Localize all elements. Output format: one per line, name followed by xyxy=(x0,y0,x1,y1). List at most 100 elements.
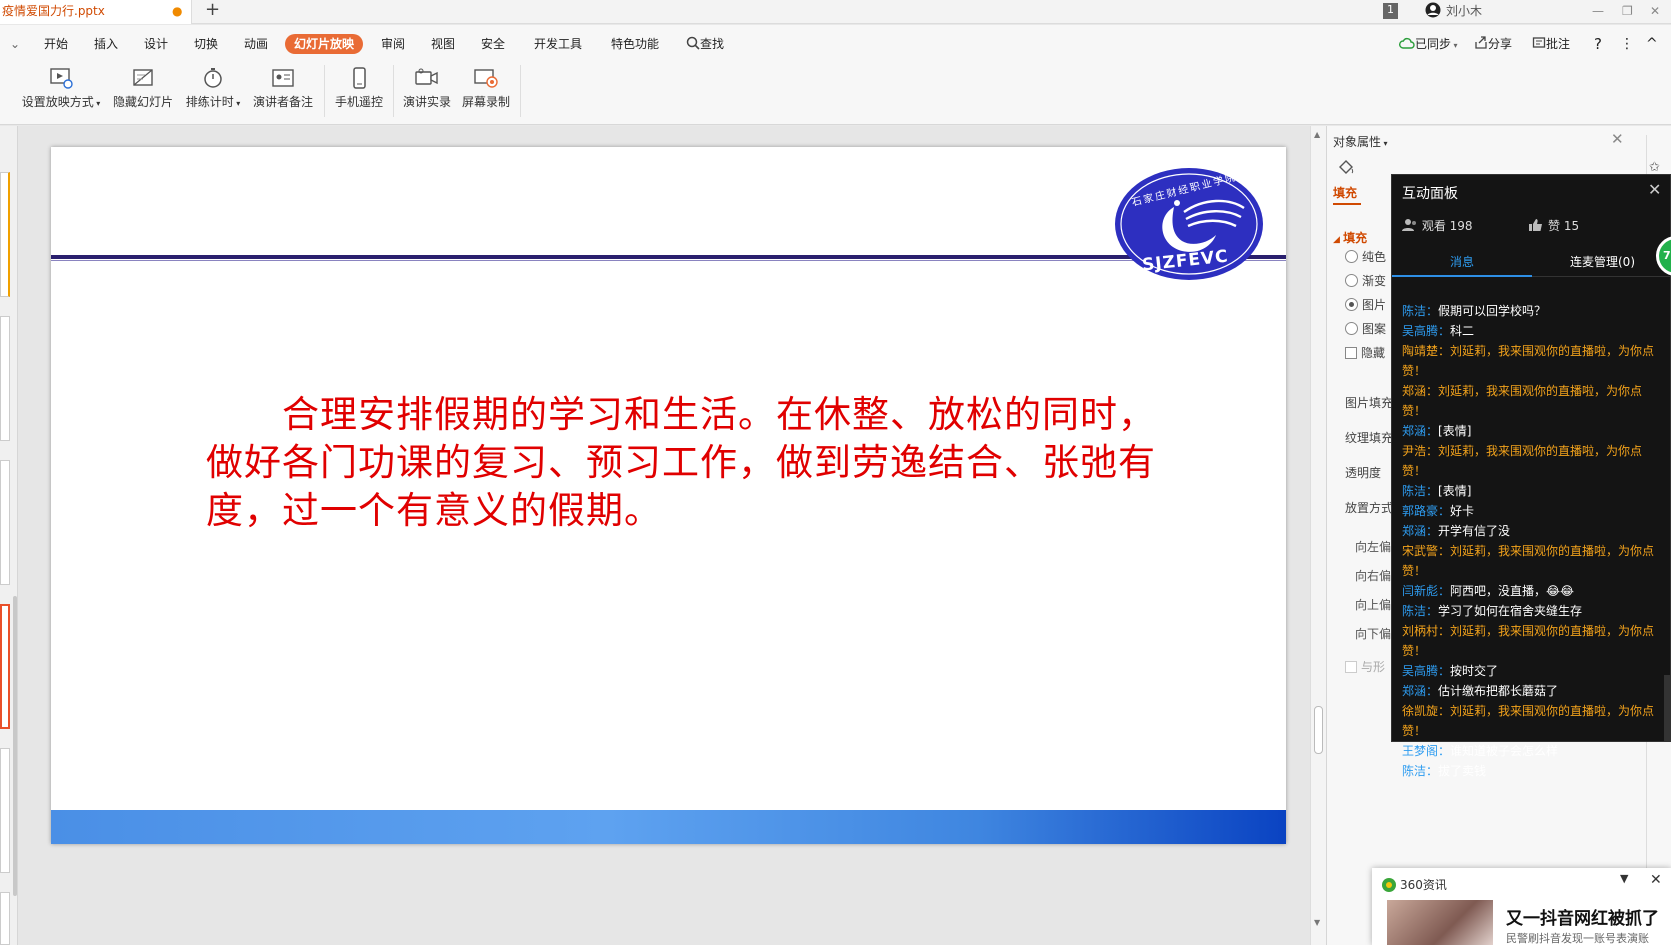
chat-sender[interactable]: 陈洁 xyxy=(1402,304,1426,318)
menu-view[interactable]: 视图 xyxy=(431,34,455,54)
menu-features[interactable]: 特色功能 xyxy=(611,34,659,54)
chat-sender[interactable]: 王梦阁 xyxy=(1402,744,1438,758)
panel-close-icon[interactable]: ✕ xyxy=(1648,180,1661,199)
search-menu[interactable]: 查找 xyxy=(686,34,724,54)
share-button[interactable]: 分享 xyxy=(1474,34,1512,54)
fill-option-pattern[interactable]: 图案 xyxy=(1345,320,1386,337)
comment-button[interactable]: 批注 xyxy=(1532,34,1570,54)
slide-thumbnail[interactable] xyxy=(0,892,10,945)
speaker-notes-button[interactable]: 演讲者备注 xyxy=(250,63,316,119)
slide-thumbnail[interactable] xyxy=(0,460,10,585)
checkbox-icon xyxy=(1345,661,1357,673)
chat-sender[interactable]: 宋武警 xyxy=(1402,544,1438,558)
menu-slideshow[interactable]: 幻灯片放映 xyxy=(285,34,364,54)
menu-animation[interactable]: 动画 xyxy=(244,34,268,54)
slide-thumbnail[interactable] xyxy=(0,316,10,441)
chat-sender[interactable]: 陈洁 xyxy=(1402,604,1426,618)
slide-thumbnail-active[interactable] xyxy=(0,604,10,729)
setup-slideshow-button[interactable]: 设置放映方式 ▾ xyxy=(18,63,104,119)
slide[interactable]: SJZFEVC 石家庄财经职业学院 合理安排假期的学习和生活。在休整、放松的同时… xyxy=(51,147,1286,844)
chat-sender[interactable]: 尹浩 xyxy=(1402,444,1426,458)
scroll-down-icon[interactable]: ▼ xyxy=(1314,918,1320,927)
fill-section-title[interactable]: ◢ 填充 xyxy=(1333,229,1367,246)
chat-sender[interactable]: 陶靖楚 xyxy=(1402,344,1438,358)
user-avatar-icon[interactable] xyxy=(1425,0,1441,24)
pin-icon[interactable]: ✩ xyxy=(1649,160,1660,175)
chat-sender[interactable]: 闫新彪 xyxy=(1402,584,1438,598)
chat-sender[interactable]: 郑涵 xyxy=(1402,384,1426,398)
chevron-down-icon[interactable]: ⌄ xyxy=(10,34,20,54)
chat-sender[interactable]: 郑涵 xyxy=(1402,524,1426,538)
menu-design[interactable]: 设计 xyxy=(144,34,168,54)
tab-messages[interactable]: 消息 xyxy=(1450,253,1474,270)
fill-option-solid[interactable]: 纯色 xyxy=(1345,248,1386,265)
chat-separator: ： xyxy=(1438,664,1451,678)
chat-separator: ： xyxy=(1438,584,1451,598)
new-tab-plus-icon[interactable]: + xyxy=(205,0,220,20)
chat-sender[interactable]: 吴高腾 xyxy=(1402,324,1438,338)
page-badge[interactable]: 1 xyxy=(1383,3,1398,19)
menu-review[interactable]: 审阅 xyxy=(381,34,405,54)
news-subtitle: 民警刷抖音发现一账号表演账 xyxy=(1506,932,1649,945)
news-popup[interactable]: 360资讯 ▼ ✕ 又一抖音网红被抓了 民警刷抖音发现一账号表演账 xyxy=(1372,868,1671,945)
slide-thumbnail[interactable] xyxy=(0,172,10,297)
slide-body-text[interactable]: 合理安排假期的学习和生活。在休整、放松的同时，做好各门功课的复习、预习工作，做到… xyxy=(206,391,1166,535)
offset-down-label: 向下偏 xyxy=(1355,627,1392,641)
message-list[interactable]: 陈洁：假期可以回学校吗？ 吴高腾：科二 陶靖楚：刘延莉，我来围观你的直播啦，为你点赞… xyxy=(1402,301,1666,781)
chat-sender[interactable]: 陈洁 xyxy=(1402,764,1426,778)
setup-slideshow-label: 设置放映方式 xyxy=(21,95,94,109)
canvas-scroll-thumb[interactable] xyxy=(1314,706,1323,754)
menu-developer[interactable]: 开发工具 xyxy=(534,34,582,54)
sync-status[interactable]: 已同步 ▾ xyxy=(1399,34,1458,54)
tab-mic-management[interactable]: 连麦管理(0) xyxy=(1570,253,1635,270)
user-name[interactable]: 刘小木 xyxy=(1446,0,1482,24)
fill-option-picture[interactable]: 图片 xyxy=(1345,296,1386,313)
phone-remote-button[interactable]: 手机遥控 xyxy=(332,63,386,119)
news-source-label: 360资讯 xyxy=(1400,878,1447,892)
thumbnail-scrollbar[interactable] xyxy=(13,596,17,896)
document-tab[interactable]: 疫情爱国力行.pptx xyxy=(0,0,192,24)
news-close-icon[interactable]: ✕ xyxy=(1650,872,1662,888)
chat-sender[interactable]: 郑涵 xyxy=(1402,684,1426,698)
screen-record-button[interactable]: 屏幕录制 xyxy=(460,63,512,119)
news-dropdown-icon[interactable]: ▼ xyxy=(1620,872,1628,885)
with-shape-checkbox[interactable]: 与形 xyxy=(1345,658,1385,675)
menu-home[interactable]: 开始 xyxy=(44,34,68,54)
chat-message: 陶靖楚：刘延莉，我来围观你的直播啦，为你点赞！ xyxy=(1402,341,1666,381)
menu-insert[interactable]: 插入 xyxy=(94,34,118,54)
properties-title[interactable]: 对象属性 ▾ xyxy=(1333,133,1388,150)
hide-slide-button[interactable]: 隐藏幻灯片 xyxy=(111,63,175,119)
chat-sender[interactable]: 刘柄村 xyxy=(1402,624,1438,638)
menu-transition[interactable]: 切换 xyxy=(194,34,218,54)
scroll-up-icon[interactable]: ▲ xyxy=(1314,130,1320,139)
more-button[interactable]: ⋮ xyxy=(1620,34,1634,54)
record-talk-button[interactable]: 演讲实录 xyxy=(401,63,453,119)
restore-button[interactable]: ❐ xyxy=(1622,0,1633,24)
chat-sender[interactable]: 徐凯旋 xyxy=(1402,704,1438,718)
collapse-ribbon-button[interactable]: ^ xyxy=(1646,34,1658,54)
news-thumbnail[interactable] xyxy=(1387,900,1493,945)
canvas-scrollbar[interactable]: ▲ ▼ xyxy=(1310,126,1326,945)
slide-thumbnails-pane[interactable] xyxy=(0,126,18,945)
minimize-button[interactable]: — xyxy=(1592,0,1604,24)
fill-tab[interactable]: 填充 xyxy=(1333,184,1357,201)
rehearse-timing-button[interactable]: 排练计时 ▾ xyxy=(181,63,245,119)
properties-close-icon[interactable]: ✕ xyxy=(1611,130,1624,148)
chat-separator: ： xyxy=(1426,604,1439,618)
chat-message: 徐凯旋：刘延莉，我来围观你的直播啦，为你点赞！ xyxy=(1402,701,1666,741)
chat-sender[interactable]: 吴高腾 xyxy=(1402,664,1438,678)
help-button[interactable]: ? xyxy=(1594,34,1602,54)
slide-thumbnail[interactable] xyxy=(0,748,10,873)
hide-checkbox[interactable]: 隐藏 xyxy=(1345,344,1385,361)
menu-security[interactable]: 安全 xyxy=(481,34,505,54)
message-scrollbar[interactable] xyxy=(1664,675,1670,741)
ribbon-separator xyxy=(324,65,325,117)
chat-sender[interactable]: 陈洁 xyxy=(1402,484,1426,498)
chat-text: 阿西吧，没直播，😂😂 xyxy=(1450,584,1575,598)
fill-option-gradient[interactable]: 渐变 xyxy=(1345,272,1386,289)
chat-sender[interactable]: 郭路豪 xyxy=(1402,504,1438,518)
chat-sender[interactable]: 郑涵 xyxy=(1402,424,1426,438)
chat-message: 尹浩：刘延莉，我来围观你的直播啦，为你点赞！ xyxy=(1402,441,1666,481)
close-button[interactable]: ✕ xyxy=(1650,0,1660,24)
news-title[interactable]: 又一抖音网红被抓了 xyxy=(1506,904,1659,929)
